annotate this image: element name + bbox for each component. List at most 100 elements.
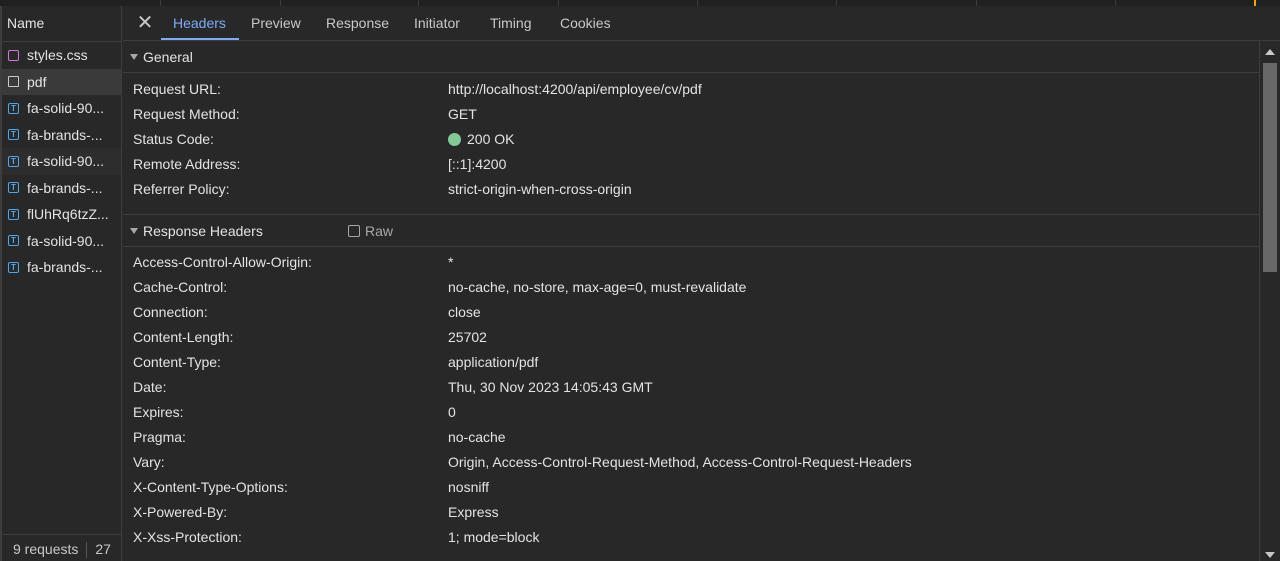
request-name: flUhRq6tzZ... [27,206,109,223]
raw-toggle[interactable]: Raw [348,215,393,247]
header-key: Access-Control-Allow-Origin: [133,254,312,270]
general-row-request-url: Request URL: http://localhost:4200/api/e… [123,77,1259,102]
request-name: fa-brands-... [27,259,103,276]
triangle-down-icon [130,54,138,60]
response-header-row: Content-Type: application/pdf [123,350,1259,375]
font-file-icon: T [8,182,19,194]
header-value[interactable]: * [448,250,453,275]
tab-headers[interactable]: Headers [173,6,226,40]
request-name: fa-solid-90... [27,100,105,117]
header-key: Content-Length: [133,329,234,345]
font-file-icon: T [8,155,19,167]
response-header-row: Content-Length: 25702 [123,325,1259,350]
header-value[interactable]: 1; mode=block [448,525,539,550]
header-key: Status Code: [133,131,214,147]
request-name: fa-brands-... [27,179,103,196]
header-value[interactable]: Origin, Access-Control-Request-Method, A… [448,450,912,475]
close-icon[interactable]: ✕ [135,13,155,33]
header-value[interactable]: http://localhost:4200/api/employee/cv/pd… [448,77,702,102]
header-value[interactable]: GET [448,102,477,127]
response-header-row: Pragma: no-cache [123,425,1259,450]
name-column-header[interactable]: Name [2,6,121,42]
request-item-styles-css[interactable]: styles.css [2,42,121,69]
response-header-row: Connection: close [123,300,1259,325]
response-header-row: Expires: 0 [123,400,1259,425]
header-value[interactable]: close [448,300,481,325]
request-count: 9 requests [13,541,79,557]
header-key: Referrer Policy: [133,181,230,197]
header-key: X-Xss-Protection: [133,529,242,545]
request-item-pdf[interactable]: pdf [2,68,121,95]
status-text: 200 OK [467,131,515,147]
header-key: Request URL: [133,81,221,97]
header-value[interactable]: application/pdf [448,350,538,375]
request-item-font[interactable]: T fa-brands-... [2,254,121,281]
header-value[interactable]: 25702 [448,325,487,350]
tab-cookies[interactable]: Cookies [560,6,611,40]
font-file-icon: T [8,261,19,273]
scrollbar-thumb[interactable] [1263,63,1277,272]
request-item-font[interactable]: T fa-solid-90... [2,148,121,175]
header-key: Cache-Control: [133,279,228,295]
general-row-request-method: Request Method: GET [123,102,1259,127]
general-section-header[interactable]: General [123,41,1259,73]
request-name: fa-solid-90... [27,232,105,249]
scroll-up-arrow-icon[interactable] [1265,49,1275,55]
font-file-icon: T [8,102,19,114]
response-headers-section-header[interactable]: Response Headers Raw [123,215,1259,247]
response-header-row: Access-Control-Allow-Origin: * [123,250,1259,275]
header-value[interactable]: strict-origin-when-cross-origin [448,177,632,202]
response-header-row: Date: Thu, 30 Nov 2023 14:05:43 GMT [123,375,1259,400]
raw-label: Raw [365,223,394,239]
request-summary-footer: 9 requests 27 [2,534,122,561]
footer-divider [86,542,88,559]
response-header-row: X-Content-Type-Options: nosniff [123,475,1259,500]
tab-response[interactable]: Response [326,6,389,40]
request-item-font[interactable]: T flUhRq6tzZ... [2,201,121,228]
header-value[interactable]: nosniff [448,475,489,500]
header-value[interactable]: 0 [448,400,456,425]
response-header-row: X-Xss-Protection: 1; mode=block [123,525,1259,550]
triangle-down-icon [130,228,138,234]
header-key: Connection: [133,304,208,320]
header-value[interactable]: Express [448,500,499,525]
font-file-icon: T [8,208,19,220]
header-value[interactable]: no-cache, no-store, max-age=0, must-reva… [448,275,746,300]
status-value[interactable]: 200 OK [448,127,514,152]
general-row-status-code: Status Code: 200 OK [123,127,1259,152]
tab-initiator[interactable]: Initiator [414,6,460,40]
transferred-size: 27 [95,541,111,557]
section-title: General [143,49,193,65]
document-icon [8,76,19,88]
header-value[interactable]: Thu, 30 Nov 2023 14:05:43 GMT [448,375,653,400]
header-key: Vary: [133,454,165,470]
status-dot-icon [448,133,461,146]
request-item-font[interactable]: T fa-brands-... [2,175,121,202]
request-name: fa-brands-... [27,126,103,143]
header-key: X-Powered-By: [133,504,228,520]
general-row-remote-address: Remote Address: [::1]:4200 [123,152,1259,177]
request-list: styles.css pdf T fa-solid-90... T fa-bra… [2,42,121,281]
request-name: pdf [27,73,47,90]
raw-checkbox[interactable] [348,225,360,237]
header-key: Date: [133,379,167,395]
header-value[interactable]: [::1]:4200 [448,152,506,177]
request-list-panel: Name styles.css pdf T fa-solid-90... T f… [0,6,122,561]
request-item-font[interactable]: T fa-solid-90... [2,95,121,122]
general-row-referrer-policy: Referrer Policy: strict-origin-when-cros… [123,177,1259,202]
tab-preview[interactable]: Preview [251,6,301,40]
headers-content: General Request URL: http://localhost:42… [123,41,1259,561]
font-file-icon: T [8,129,19,141]
header-key: Request Method: [133,106,240,122]
tab-timing[interactable]: Timing [490,6,532,40]
vertical-scrollbar[interactable] [1259,41,1280,561]
header-key: Content-Type: [133,354,221,370]
request-item-font[interactable]: T fa-solid-90... [2,228,121,255]
css-file-icon [8,49,19,61]
active-tab-indicator [161,38,239,40]
scroll-down-arrow-icon[interactable] [1265,552,1275,558]
header-key: Remote Address: [133,156,241,172]
request-item-font[interactable]: T fa-brands-... [2,122,121,149]
header-value[interactable]: no-cache [448,425,506,450]
response-header-row: Cache-Control: no-cache, no-store, max-a… [123,275,1259,300]
